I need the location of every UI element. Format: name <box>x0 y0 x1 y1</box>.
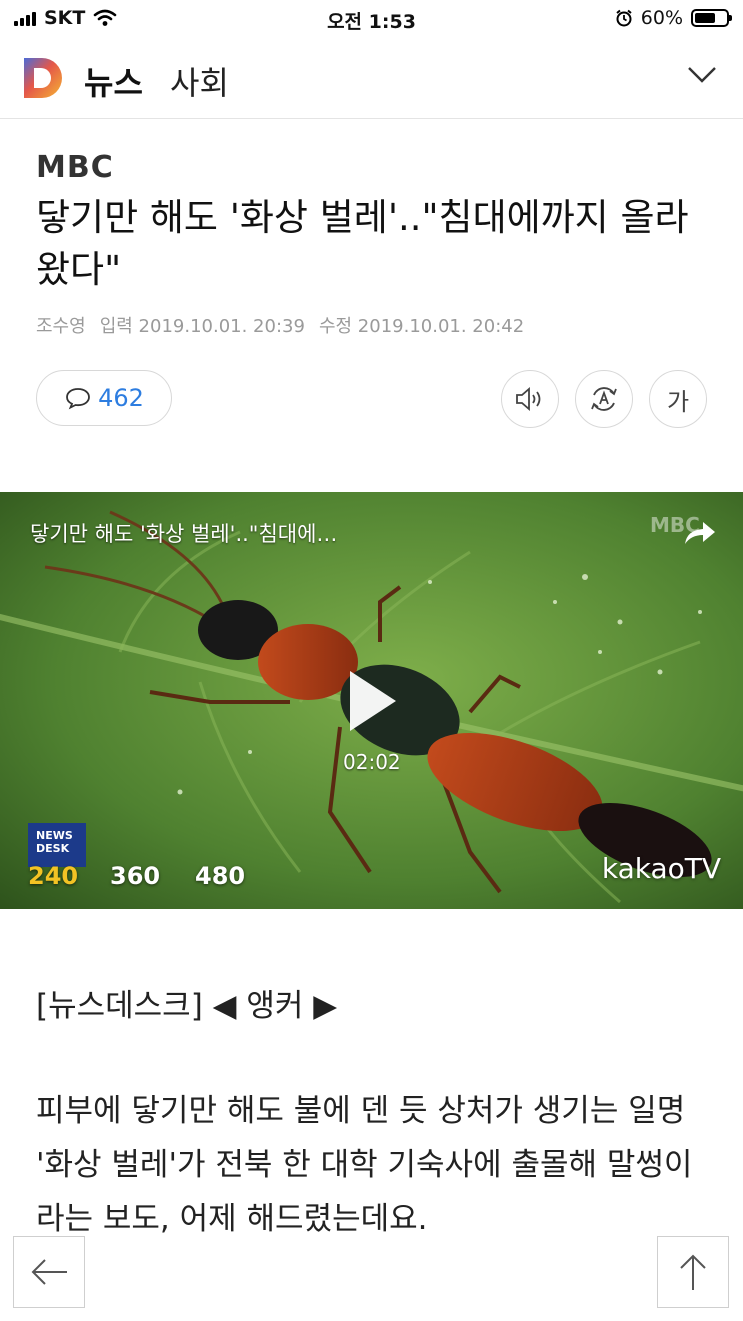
translate-icon <box>591 387 617 411</box>
quality-240[interactable]: 240 <box>28 862 78 890</box>
battery-icon <box>691 9 732 27</box>
app-title[interactable]: 뉴스 <box>84 58 143 104</box>
news-desk-badge: NEWS DESK <box>28 823 86 867</box>
alarm-icon <box>616 9 632 27</box>
app-bar: 뉴스 사회 <box>0 38 743 119</box>
edit-label: 수정 <box>318 316 353 337</box>
input-label: 입력 <box>99 316 133 337</box>
translate-button[interactable] <box>575 370 633 428</box>
edit-time: 수정 2019.10.01. 20:42 <box>319 312 524 338</box>
article-meta: 조수영 입력 2019.10.01. 20:39 수정 2019.10.01. … <box>36 312 524 338</box>
comment-icon <box>66 388 90 410</box>
quality-480[interactable]: 480 <box>195 862 245 890</box>
input-timestamp: 2019.10.01. 20:39 <box>138 316 305 337</box>
scroll-top-button[interactable] <box>657 1236 729 1308</box>
article-headline: 닿기만 해도 '화상 벌레'.."침대에까지 올라왔다" <box>36 196 689 291</box>
svg-text:MBC: MBC <box>36 152 114 180</box>
font-size-label: 가 <box>666 387 690 416</box>
quality-360[interactable]: 360 <box>110 862 160 890</box>
font-size-button[interactable]: 가 <box>649 370 707 428</box>
arrow-left-icon <box>31 1259 67 1285</box>
input-time: 입력 2019.10.01. 20:39 <box>100 312 305 338</box>
article-body: 피부에 닿기만 해도 불에 덴 듯 상처가 생기는 일명 '화상 벌레'가 전북… <box>36 1093 693 1237</box>
video-title: 닿기만 해도 '화상 벌레'.."침대에… <box>30 522 338 546</box>
speaker-icon <box>516 387 541 411</box>
kakaotv-logo: kakaoTV <box>601 852 721 885</box>
play-icon[interactable] <box>340 666 402 736</box>
video-player[interactable]: MBC 닿기만 해도 '화상 벌레'.."침대에… 02:02 NEWS DES… <box>0 492 743 909</box>
status-bar: SKT 오전 1:53 60% <box>0 0 743 38</box>
video-duration: 02:02 <box>343 750 401 774</box>
reporter-name: 조수영 <box>36 316 86 337</box>
status-right: 60% <box>615 7 732 29</box>
article-lead: [뉴스데스크] ◀ 앵커 ▶ <box>36 988 338 1024</box>
daum-logo[interactable] <box>20 56 64 100</box>
back-button[interactable] <box>13 1236 85 1308</box>
battery-percent: 60% <box>640 7 683 29</box>
press-logo[interactable]: MBC <box>36 152 126 180</box>
listen-button[interactable] <box>501 370 559 428</box>
comment-count: 462 <box>98 384 144 412</box>
arrow-up-icon <box>680 1254 706 1290</box>
comment-button[interactable]: 462 <box>36 370 172 426</box>
section-title[interactable]: 사회 <box>170 58 229 104</box>
share-icon[interactable] <box>681 518 717 548</box>
edit-timestamp: 2019.10.01. 20:42 <box>357 316 525 337</box>
chevron-down-icon[interactable] <box>687 66 717 84</box>
